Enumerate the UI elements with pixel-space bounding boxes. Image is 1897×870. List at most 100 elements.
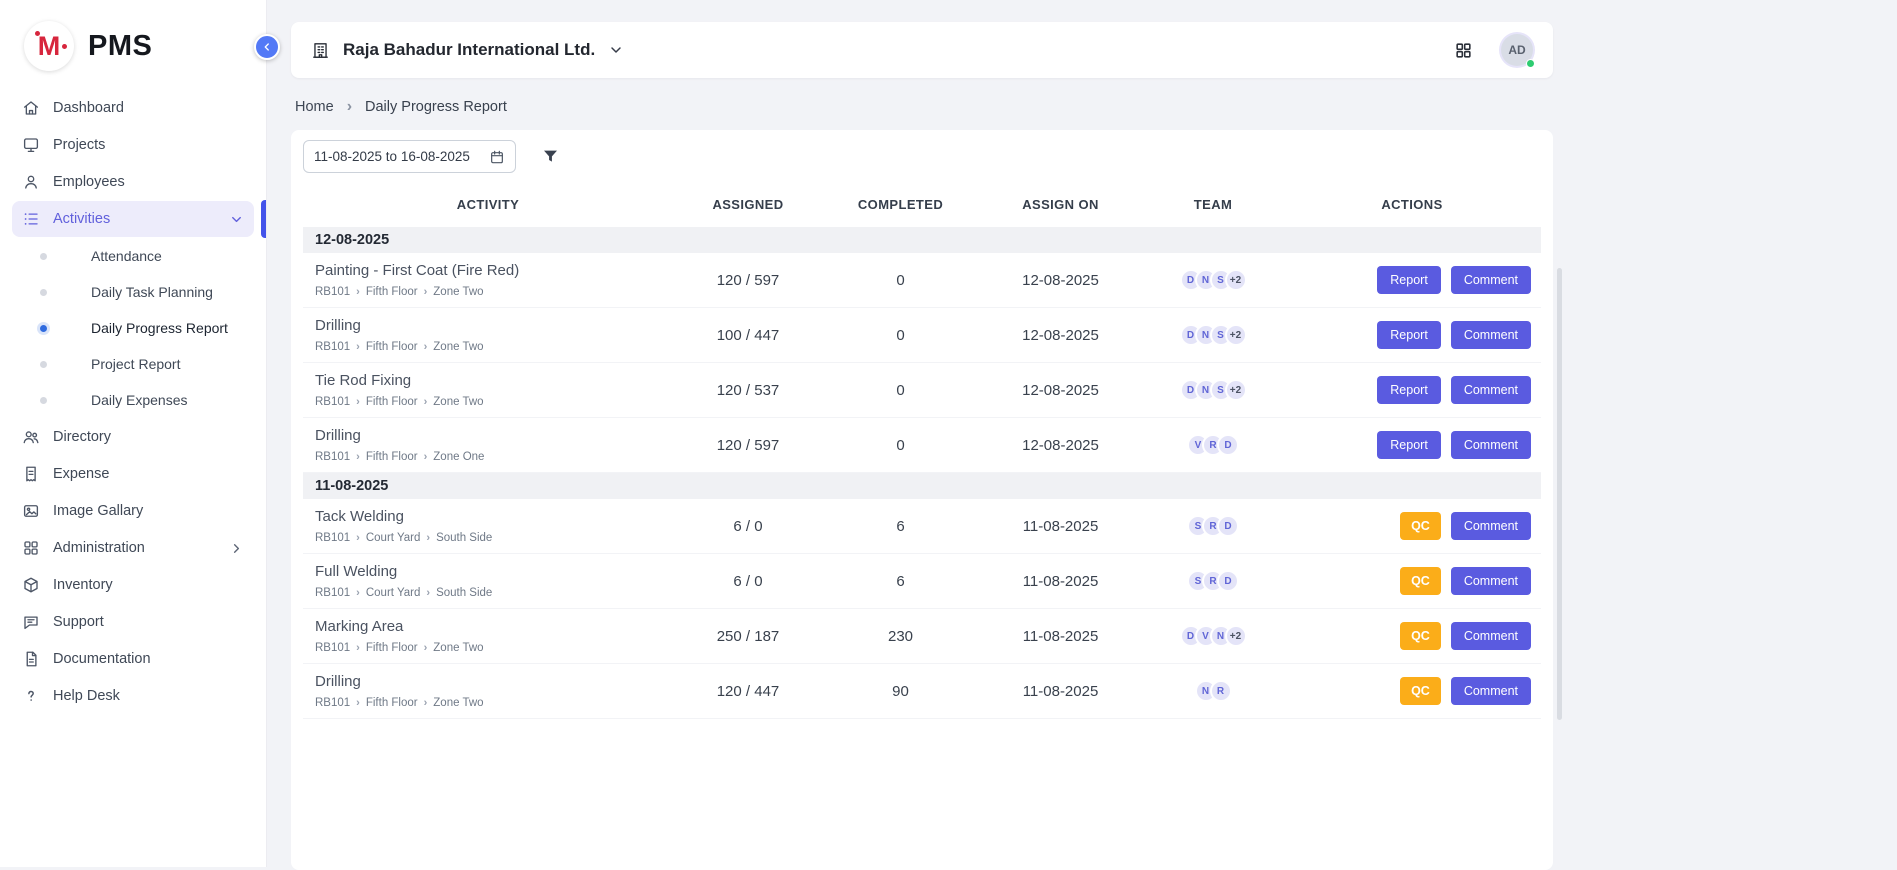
activity-location-path: RB101›Court Yard›South Side (315, 532, 673, 544)
comment-button[interactable]: Comment (1451, 431, 1531, 459)
qc-button[interactable]: QC (1400, 567, 1441, 595)
assign-on-value: 11-08-2025 (978, 683, 1143, 700)
comment-button[interactable]: Comment (1451, 677, 1531, 705)
assign-on-value: 11-08-2025 (978, 518, 1143, 535)
sidebar-item-administration[interactable]: Administration (12, 530, 254, 566)
date-group-header: 12-08-2025 (303, 227, 1541, 253)
completed-value: 0 (823, 272, 978, 289)
path-segment: RB101 (315, 587, 350, 599)
activity-cell: Tie Rod Fixing RB101›Fifth Floor›Zone Tw… (303, 372, 673, 408)
assigned-value: 6 / 0 (673, 573, 823, 590)
comment-button[interactable]: Comment (1451, 376, 1531, 404)
chevron-right-icon: › (356, 533, 360, 544)
chevron-right-icon: › (356, 452, 360, 463)
row-actions: Report Comment (1283, 266, 1541, 294)
sidebar-item-label: Dashboard (53, 100, 124, 116)
dashboard-icon (22, 99, 40, 117)
company-name: Raja Bahadur International Ltd. (343, 40, 595, 60)
path-segment: RB101 (315, 341, 350, 353)
company-selector[interactable]: Raja Bahadur International Ltd. (311, 40, 624, 60)
sidebar-subitem-daily-task-planning[interactable]: Daily Task Planning (12, 274, 254, 310)
sidebar-subitem-daily-expenses[interactable]: Daily Expenses (12, 382, 254, 418)
sidebar-subitem-daily-progress-report[interactable]: Daily Progress Report (12, 310, 254, 346)
row-actions: Report Comment (1283, 431, 1541, 459)
sidebar-item-label: Projects (53, 137, 105, 153)
sidebar-item-label: Employees (53, 174, 125, 190)
apps-grid-icon[interactable] (1454, 41, 1473, 60)
report-button[interactable]: Report (1377, 376, 1441, 404)
online-status-dot (1526, 59, 1535, 68)
column-header-actions: ACTIONS (1283, 197, 1541, 212)
documentation-icon (22, 650, 40, 668)
team-more-chip: +2 (1225, 625, 1247, 647)
path-segment: RB101 (315, 532, 350, 544)
directory-icon (22, 428, 40, 446)
scrollbar-thumb[interactable] (1557, 268, 1562, 720)
sidebar-item-employees[interactable]: Employees (12, 164, 254, 200)
team-more-chip: +2 (1225, 379, 1247, 401)
path-segment: Zone Two (433, 341, 483, 353)
date-group-header: 11-08-2025 (303, 473, 1541, 499)
filter-funnel-icon[interactable] (541, 147, 560, 166)
activity-location-path: RB101›Fifth Floor›Zone Two (315, 642, 673, 654)
bullet-icon (40, 325, 47, 332)
chevron-down-icon (229, 212, 244, 227)
column-header-completed: COMPLETED (823, 197, 978, 212)
comment-button[interactable]: Comment (1451, 567, 1531, 595)
comment-button[interactable]: Comment (1451, 321, 1531, 349)
row-actions: QC Comment (1283, 677, 1541, 705)
column-header-activity: ACTIVITY (303, 197, 673, 212)
completed-value: 0 (823, 327, 978, 344)
sidebar-item-label: Activities (53, 211, 110, 227)
sidebar-item-expense[interactable]: Expense (12, 456, 254, 492)
bullet-icon (40, 253, 47, 260)
main-area: Raja Bahadur International Ltd. AD Home ›… (267, 0, 1897, 867)
report-button[interactable]: Report (1377, 431, 1441, 459)
path-segment: Fifth Floor (366, 396, 418, 408)
table-row: Painting - First Coat (Fire Red) RB101›F… (303, 253, 1541, 308)
sidebar-item-directory[interactable]: Directory (12, 419, 254, 455)
breadcrumb-item-home[interactable]: Home (295, 99, 334, 115)
date-range-input[interactable]: 11-08-2025 to 16-08-2025 (303, 140, 516, 173)
comment-button[interactable]: Comment (1451, 622, 1531, 650)
sidebar-item-inventory[interactable]: Inventory (12, 567, 254, 603)
projects-icon (22, 136, 40, 154)
activities-icon (22, 210, 40, 228)
sidebar-item-help-desk[interactable]: Help Desk (12, 678, 254, 714)
report-button[interactable]: Report (1377, 266, 1441, 294)
sidebar-item-support[interactable]: Support (12, 604, 254, 640)
sidebar-subitem-attendance[interactable]: Attendance (12, 238, 254, 274)
user-avatar[interactable]: AD (1501, 34, 1533, 66)
inventory-icon (22, 576, 40, 594)
chevron-right-icon: › (356, 342, 360, 353)
sidebar-item-image-gallary[interactable]: Image Gallary (12, 493, 254, 529)
sidebar-item-documentation[interactable]: Documentation (12, 641, 254, 677)
comment-button[interactable]: Comment (1451, 266, 1531, 294)
chevron-right-icon: › (424, 452, 428, 463)
bullet-icon (40, 397, 47, 404)
qc-button[interactable]: QC (1400, 512, 1441, 540)
sidebar-subitem-label: Daily Expenses (91, 392, 188, 408)
activity-name: Marking Area (315, 618, 673, 635)
chevron-right-icon: › (426, 588, 430, 599)
path-segment: RB101 (315, 697, 350, 709)
assigned-value: 250 / 187 (673, 628, 823, 645)
sidebar-collapse-button[interactable] (254, 34, 280, 60)
team-avatars: DVN+2 (1143, 625, 1283, 647)
activity-cell: Drilling RB101›Fifth Floor›Zone Two (303, 317, 673, 353)
sidebar-item-activities[interactable]: Activities (12, 201, 254, 237)
sidebar-item-dashboard[interactable]: Dashboard (12, 90, 254, 126)
comment-button[interactable]: Comment (1451, 512, 1531, 540)
chevron-down-icon (608, 42, 624, 58)
building-icon (311, 41, 330, 60)
filter-row: 11-08-2025 to 16-08-2025 (303, 138, 1541, 183)
qc-button[interactable]: QC (1400, 677, 1441, 705)
sidebar-subitem-project-report[interactable]: Project Report (12, 346, 254, 382)
chevron-right-icon: › (356, 287, 360, 298)
sidebar-item-projects[interactable]: Projects (12, 127, 254, 163)
calendar-icon (489, 149, 505, 165)
qc-button[interactable]: QC (1400, 622, 1441, 650)
report-button[interactable]: Report (1377, 321, 1441, 349)
team-avatar-chip: D (1217, 434, 1239, 456)
team-more-chip: +2 (1225, 324, 1247, 346)
